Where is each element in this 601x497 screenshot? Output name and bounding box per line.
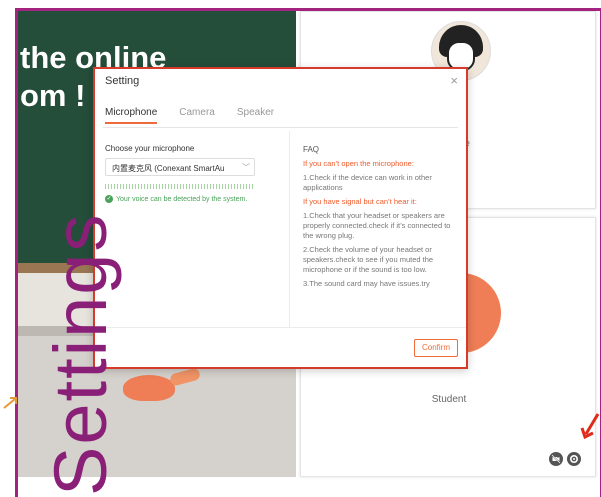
- screenshot: the online om ! ffline Student: [0, 0, 601, 497]
- arrow-icon: [580, 413, 600, 440]
- settings-annotation: Settings: [39, 212, 122, 496]
- arrow-icon: [3, 397, 17, 409]
